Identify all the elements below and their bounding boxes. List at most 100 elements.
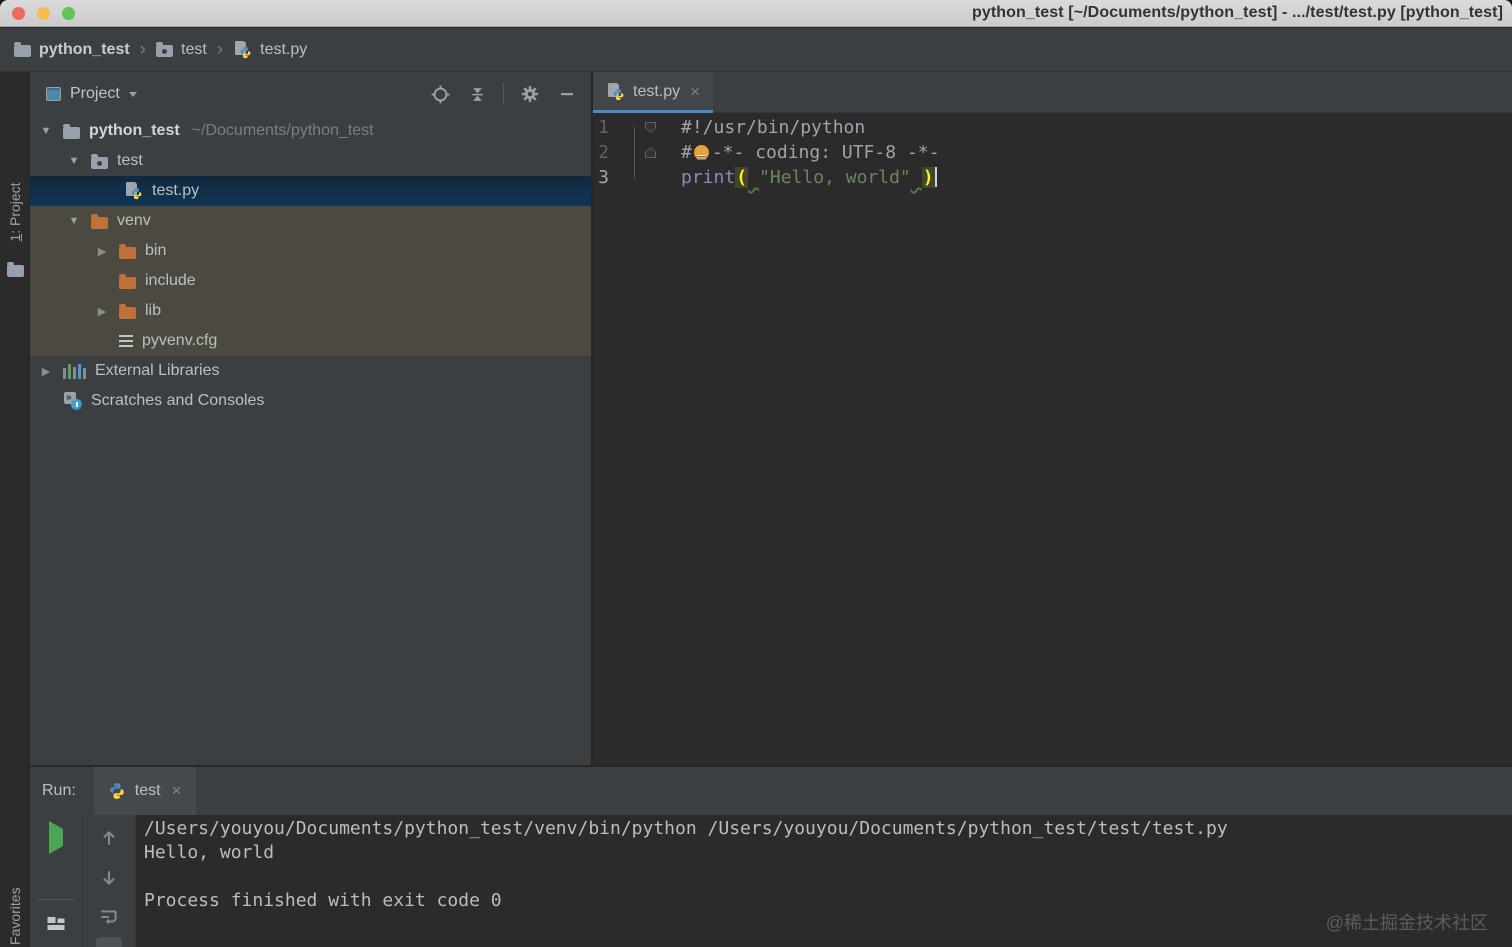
up-arrow-button[interactable] xyxy=(100,829,118,852)
folder-with-dot-icon xyxy=(156,42,173,57)
run-tab-bar: Run: test × xyxy=(30,767,1512,815)
intention-bulb-icon[interactable] xyxy=(693,145,709,160)
tree-row-scratches[interactable]: » Scratches and Consoles xyxy=(30,386,591,416)
tool-button-label: : Favorites xyxy=(7,887,23,947)
chevron-right-icon: › xyxy=(216,38,224,60)
watermark: @稀土掘金技术社区 xyxy=(1325,913,1488,933)
collapsed-arrow-icon[interactable]: ▶ xyxy=(94,305,110,318)
tree-item-label: bin xyxy=(145,242,167,259)
run-console[interactable]: /Users/youyou/Documents/python_test/venv… xyxy=(136,815,1512,947)
tab-label: test.py xyxy=(633,83,681,100)
pycharm-window: python_test [~/Documents/python_test] - … xyxy=(0,0,1512,947)
project-view-icon xyxy=(46,87,61,101)
fold-marker-icon[interactable] xyxy=(645,122,656,133)
expanded-arrow-icon[interactable]: ▼ xyxy=(66,215,82,227)
settings-gear-icon[interactable] xyxy=(516,80,544,108)
rerun-button[interactable] xyxy=(49,821,63,854)
tree-row-test[interactable]: ▼ test xyxy=(30,146,591,176)
collapsed-arrow-icon[interactable]: ▶ xyxy=(38,365,54,378)
code-text: print( "Hello, world" ) xyxy=(671,165,937,190)
excluded-folder-icon xyxy=(91,213,108,229)
hide-panel-button[interactable] xyxy=(553,80,581,108)
tree-row-external-libraries[interactable]: ▶ External Libraries xyxy=(30,356,591,386)
excluded-folder-icon xyxy=(119,303,136,319)
project-tool-window: Project ▼ python_test ~/Documents/python… xyxy=(30,72,591,765)
breadcrumb-label: test xyxy=(181,40,207,58)
minimize-window-button[interactable] xyxy=(37,7,50,20)
left-tool-stripe: 1: Project 2: Favorites ★ xyxy=(0,72,30,947)
tree-item-label: venv xyxy=(117,212,151,229)
tab-label: test xyxy=(134,782,161,799)
down-arrow-button[interactable] xyxy=(100,869,118,892)
text-caret xyxy=(934,167,937,187)
console-exit-line: Process finished with exit code 0 xyxy=(144,890,502,911)
run-tool-window: Run: test × /Users/youyou/Documents/pyth… xyxy=(30,765,1512,947)
close-icon[interactable]: × xyxy=(690,82,700,102)
run-play-icon xyxy=(49,821,63,854)
tree-row-bin[interactable]: ▶ bin xyxy=(30,236,591,266)
window-title: python_test [~/Documents/python_test] - … xyxy=(971,4,1503,21)
close-window-button[interactable] xyxy=(12,7,25,20)
tree-row-pyvenv-cfg[interactable]: pyvenv.cfg xyxy=(30,326,591,356)
tree-item-label: test.py xyxy=(152,182,200,199)
python-file-icon xyxy=(124,182,143,200)
editor-tab-test-py[interactable]: test.py × xyxy=(593,72,714,113)
tree-item-label: lib xyxy=(145,302,162,319)
mnemonic: 1 xyxy=(7,233,23,242)
chevron-down-icon[interactable] xyxy=(128,91,137,97)
editor-area: test.py × 1 #!/usr/bin/python 2 # -*- cod… xyxy=(591,72,1512,765)
restore-layout-button[interactable] xyxy=(47,915,66,937)
folder-icon xyxy=(63,123,80,139)
tree-row-include[interactable]: include xyxy=(30,266,591,296)
soft-wrap-button[interactable] xyxy=(99,907,119,932)
navigation-bar: python_test › test › test.py xyxy=(0,28,1512,72)
chevron-right-icon: › xyxy=(139,38,146,60)
run-tab-test[interactable]: test × xyxy=(93,767,196,815)
code-text: #!/usr/bin/python xyxy=(681,117,866,138)
run-panel-body: /Users/youyou/Documents/python_test/venv… xyxy=(30,815,1512,947)
breadcrumb-label: test.py xyxy=(260,40,308,58)
tree-item-label: test xyxy=(117,152,143,169)
tool-button-project[interactable]: 1: Project xyxy=(7,182,23,241)
tree-item-label: python_test xyxy=(89,122,180,139)
code-editor[interactable]: 1 #!/usr/bin/python 2 # -*- coding: UTF-8… xyxy=(593,113,1512,190)
fold-marker-icon[interactable] xyxy=(645,147,656,158)
line-number: 2 xyxy=(598,142,609,163)
collapsed-arrow-icon[interactable]: ▶ xyxy=(94,245,110,258)
excluded-folder-icon xyxy=(119,243,136,259)
partial-button[interactable] xyxy=(96,937,122,947)
toolbar-divider xyxy=(38,899,74,900)
code-line-3: 3 print( "Hello, world" ) xyxy=(593,165,1512,190)
tree-item-label: External Libraries xyxy=(95,362,220,379)
tree-row-venv[interactable]: ▼ venv xyxy=(30,206,591,236)
tree-item-label: include xyxy=(145,272,196,289)
breadcrumb-item-file[interactable]: test.py xyxy=(233,40,308,59)
project-panel-header: Project xyxy=(30,72,591,116)
tree-row-lib[interactable]: ▶ lib xyxy=(30,296,591,326)
excluded-folder-icon xyxy=(119,273,136,289)
tree-item-label: Scratches and Consoles xyxy=(91,392,265,409)
breadcrumb-item-project[interactable]: python_test xyxy=(14,41,130,59)
run-panel-label: Run: xyxy=(42,782,76,799)
titlebar: python_test [~/Documents/python_test] - … xyxy=(0,0,1512,27)
expanded-arrow-icon[interactable]: ▼ xyxy=(38,125,54,137)
project-panel-title[interactable]: Project xyxy=(70,85,120,103)
scratches-icon: » xyxy=(63,392,82,410)
editor-tab-bar: test.py × xyxy=(593,72,1512,113)
folder-with-dot-icon xyxy=(91,153,108,169)
tree-row-python-test[interactable]: ▼ python_test ~/Documents/python_test xyxy=(30,116,591,146)
collapse-all-button[interactable] xyxy=(463,80,491,108)
run-toolbar-right xyxy=(83,815,136,947)
breadcrumb-item-test[interactable]: test xyxy=(156,41,207,59)
tool-button-favorites[interactable]: 2: Favorites xyxy=(7,887,23,947)
select-opened-file-button[interactable] xyxy=(426,80,454,108)
close-icon[interactable]: × xyxy=(172,781,182,801)
code-line-1: 1 #!/usr/bin/python xyxy=(593,115,1512,140)
console-command-line: /Users/youyou/Documents/python_test/venv… xyxy=(144,818,1228,839)
zoom-window-button[interactable] xyxy=(62,7,75,20)
project-tool-folder-icon[interactable] xyxy=(7,262,24,277)
expanded-arrow-icon[interactable]: ▼ xyxy=(66,155,82,167)
tool-button-label: : Project xyxy=(7,182,23,234)
tree-row-test-py-selected[interactable]: test.py xyxy=(30,176,591,206)
